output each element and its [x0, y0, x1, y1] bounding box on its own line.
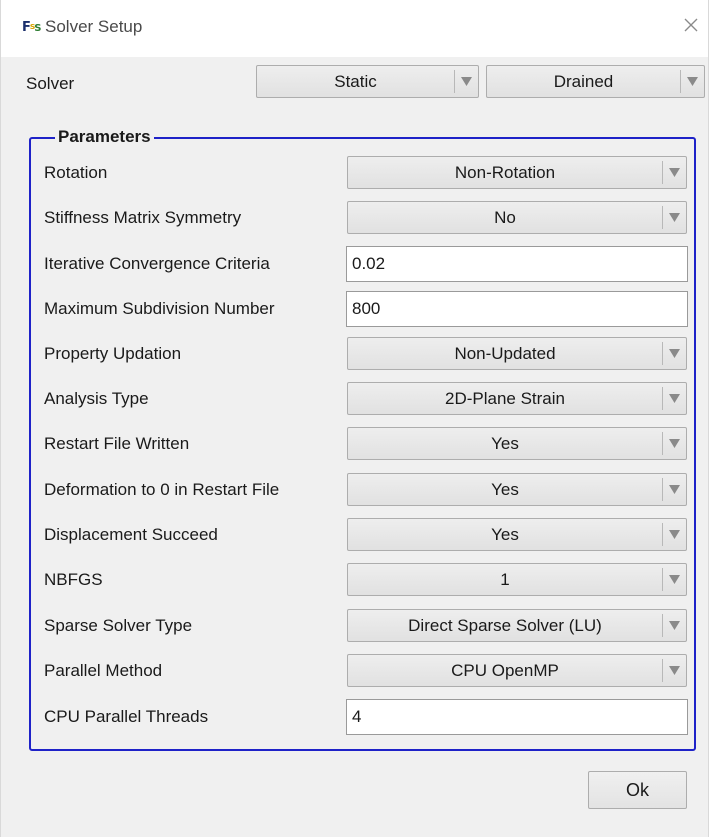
window-title: Solver Setup: [45, 17, 143, 36]
sparse-solver-type-dropdown[interactable]: Direct Sparse Solver (LU): [347, 609, 687, 642]
rotation-label: Rotation: [44, 163, 108, 182]
title-bar: FsS Solver Setup: [1, 0, 708, 57]
dropdown-arrow-icon: [681, 66, 704, 97]
sparse-solver-type-label: Sparse Solver Type: [44, 616, 193, 635]
ok-button[interactable]: Ok: [588, 771, 687, 809]
deformation-reset-value: Yes: [491, 480, 519, 499]
nbfgs-value: 1: [500, 570, 510, 589]
parallel-method-dropdown[interactable]: CPU OpenMP: [347, 654, 687, 687]
displacement-succeed-dropdown[interactable]: Yes: [347, 518, 687, 551]
sparse-solver-type-value: Direct Sparse Solver (LU): [408, 616, 602, 635]
analysis-type-label: Analysis Type: [44, 389, 149, 408]
analysis-type-dropdown[interactable]: 2D-Plane Strain: [347, 382, 687, 415]
nbfgs-dropdown[interactable]: 1: [347, 563, 687, 596]
dropdown-arrow-icon: [663, 655, 686, 686]
dropdown-arrow-icon: [455, 66, 478, 97]
solver-setup-dialog: FsS Solver Setup Solver Static Drained P…: [0, 0, 709, 837]
convergence-criteria-label: Iterative Convergence Criteria: [44, 254, 270, 273]
restart-file-written-label: Restart File Written: [44, 434, 190, 453]
parameters-group-title: Parameters: [55, 126, 154, 148]
analysis-type-value: 2D-Plane Strain: [444, 389, 565, 408]
solver-type-value: Static: [334, 72, 377, 91]
stiffness-symmetry-value: No: [494, 208, 516, 227]
dropdown-arrow-icon: [663, 428, 686, 459]
nbfgs-label: NBFGS: [44, 570, 103, 589]
rotation-value: Non-Rotation: [454, 163, 556, 182]
solver-label: Solver: [26, 74, 75, 93]
dropdown-arrow-icon: [663, 202, 686, 233]
deformation-reset-label: Deformation to 0 in Restart File: [44, 480, 280, 499]
dropdown-arrow-icon: [663, 383, 686, 414]
max-subdivision-label: Maximum Subdivision Number: [44, 299, 275, 318]
restart-file-written-dropdown[interactable]: Yes: [347, 427, 687, 460]
dropdown-arrow-icon: [663, 157, 686, 188]
restart-file-written-value: Yes: [491, 434, 519, 453]
close-icon: [684, 18, 698, 32]
dropdown-arrow-icon: [663, 519, 686, 550]
deformation-reset-dropdown[interactable]: Yes: [347, 473, 687, 506]
dropdown-arrow-icon: [663, 338, 686, 369]
solver-row: Solver Static Drained: [1, 60, 708, 104]
parallel-method-label: Parallel Method: [44, 661, 163, 680]
solver-type-dropdown[interactable]: Static: [256, 65, 479, 98]
property-updation-label: Property Updation: [44, 344, 182, 363]
drainage-type-dropdown[interactable]: Drained: [486, 65, 705, 98]
displacement-succeed-label: Displacement Succeed: [44, 525, 218, 544]
max-subdivision-input[interactable]: 800: [346, 291, 688, 327]
cpu-threads-input[interactable]: 4: [346, 699, 688, 735]
stiffness-symmetry-label: Stiffness Matrix Symmetry: [44, 208, 242, 227]
drainage-type-value: Drained: [553, 72, 614, 91]
app-logo-icon: FsS: [22, 20, 41, 35]
close-button[interactable]: [676, 10, 706, 40]
dropdown-arrow-icon: [663, 564, 686, 595]
convergence-criteria-input[interactable]: 0.02: [346, 246, 688, 282]
property-updation-value: Non-Updated: [454, 344, 556, 363]
cpu-threads-label: CPU Parallel Threads: [44, 707, 209, 726]
dropdown-arrow-icon: [663, 474, 686, 505]
stiffness-symmetry-dropdown[interactable]: No: [347, 201, 687, 234]
rotation-dropdown[interactable]: Non-Rotation: [347, 156, 687, 189]
dropdown-arrow-icon: [663, 610, 686, 641]
property-updation-dropdown[interactable]: Non-Updated: [347, 337, 687, 370]
displacement-succeed-value: Yes: [491, 525, 519, 544]
parallel-method-value: CPU OpenMP: [451, 661, 559, 680]
